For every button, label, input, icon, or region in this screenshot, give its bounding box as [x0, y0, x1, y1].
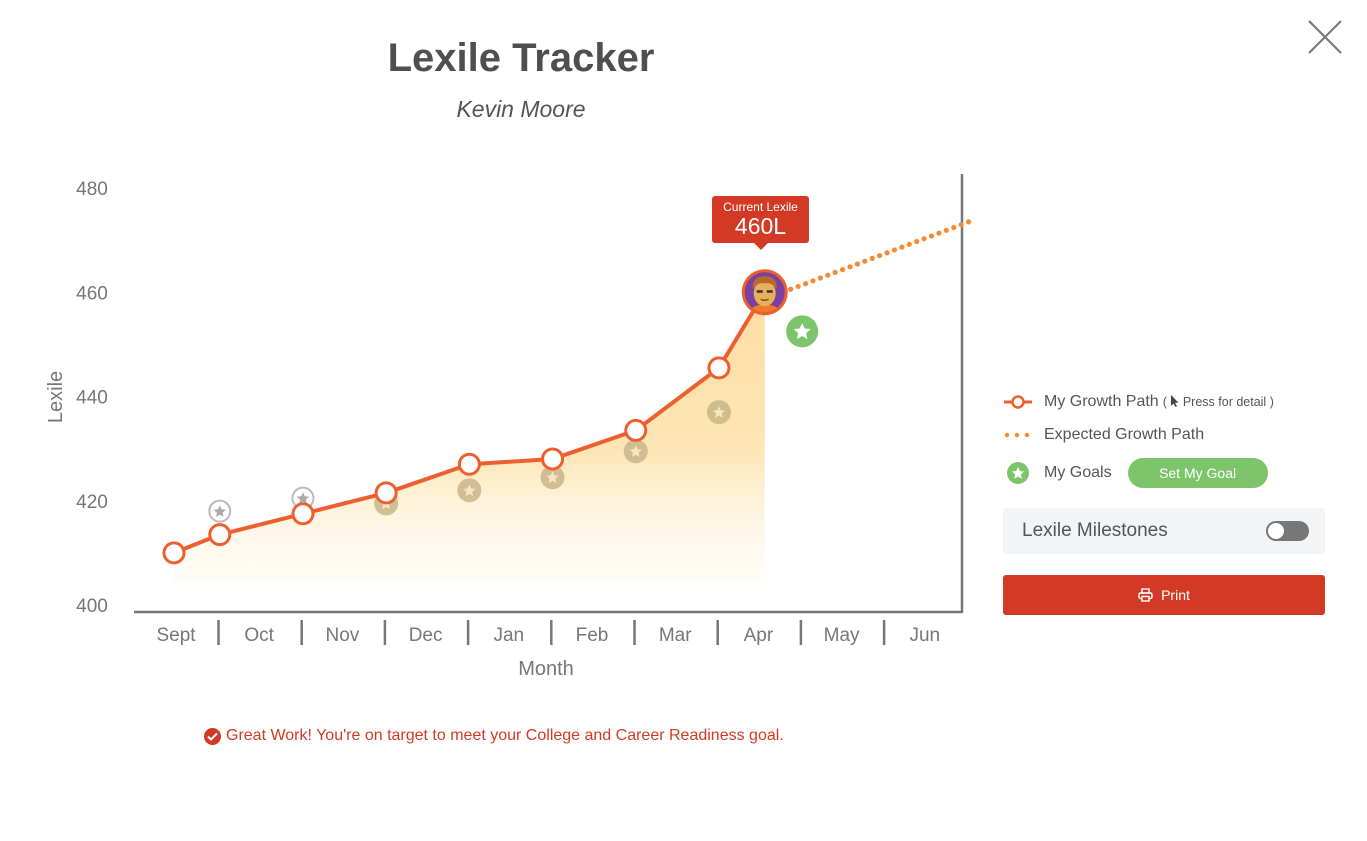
legend-expected-path: Expected Growth Path — [1003, 418, 1325, 451]
press-for-detail-hint: ( Press for detail ) — [1162, 394, 1274, 409]
lexile-milestones-label: Lexile Milestones — [1022, 520, 1168, 541]
expected-path-dot — [795, 283, 801, 290]
status-message: Great Work! You're on target to meet you… — [204, 727, 784, 745]
expected-path-dot — [899, 244, 905, 250]
current-lexile-tooltip: Current Lexile 460L — [712, 196, 809, 250]
growth-point[interactable] — [624, 418, 648, 442]
expected-path-dot — [817, 275, 823, 281]
growth-point[interactable] — [541, 447, 565, 471]
expected-path-dot — [936, 230, 942, 236]
hint-text: Press for detail — [1182, 394, 1267, 409]
expected-path-dot — [914, 238, 920, 245]
chart-legend: My Growth Path ( Press for detail ) Expe… — [1003, 385, 1325, 495]
status-message-text: Great Work! You're on target to meet you… — [226, 727, 784, 744]
lexile-milestones-toggle[interactable] — [1266, 521, 1309, 541]
expected-path-dot — [965, 219, 972, 225]
legend-my-goals: My Goals Set My Goal — [1003, 451, 1325, 495]
growth-point[interactable] — [457, 452, 481, 476]
x-tick-label: Jan — [493, 625, 524, 646]
goal-star-icon — [1003, 462, 1033, 484]
close-button[interactable] — [1306, 18, 1344, 56]
legend-my-goals-label: My Goals — [1044, 464, 1112, 481]
x-axis-label: Month — [518, 658, 574, 680]
current-lexile-label: Current Lexile — [723, 200, 798, 214]
expected-path-dot — [839, 267, 846, 273]
x-tick-label: Sept — [156, 625, 196, 646]
expected-path-dot — [921, 236, 927, 242]
dotted-line-icon — [1003, 425, 1033, 445]
legend-growth-path[interactable]: My Growth Path ( Press for detail ) — [1003, 385, 1325, 418]
growth-path-line-icon — [1003, 392, 1033, 412]
expected-path-dot — [802, 281, 809, 287]
x-tick-label: Nov — [326, 625, 360, 646]
growth-point[interactable] — [162, 541, 186, 565]
growth-point[interactable] — [707, 356, 731, 380]
current-lexile-value: 460L — [734, 213, 787, 239]
printer-icon — [1138, 588, 1153, 602]
growth-area-fill — [174, 292, 765, 582]
y-tick-label: 480 — [76, 179, 108, 200]
growth-point[interactable] — [374, 481, 398, 505]
expected-path-dot — [951, 224, 957, 231]
growth-point[interactable] — [291, 502, 315, 526]
hint-paren-close: ) — [1269, 394, 1274, 409]
x-tick-label: Apr — [744, 625, 774, 646]
x-tick-label: Dec — [409, 625, 443, 646]
expected-path-dot — [884, 250, 890, 256]
lexile-chart: 400 420 440 460 480 Lexile Sept Oct Nov Dec Jan Feb… — [45, 174, 972, 680]
y-axis-label: Lexile — [45, 371, 67, 423]
x-tick-label: May — [824, 625, 860, 646]
expected-path-dot — [869, 255, 875, 261]
x-tick-label: Feb — [576, 625, 609, 646]
x-tick-label: Oct — [244, 625, 274, 646]
cursor-pointer-icon — [1171, 394, 1179, 407]
hint-paren-open: ( — [1162, 394, 1167, 409]
expected-path-dot — [958, 222, 964, 228]
y-tick-label: 400 — [76, 596, 108, 617]
expected-path-dot — [810, 278, 816, 284]
toggle-knob — [1268, 523, 1284, 539]
check-circle-icon — [204, 727, 221, 745]
expected-path-dot — [943, 227, 949, 233]
print-button[interactable]: Print — [1003, 575, 1325, 615]
expected-path-dot — [788, 286, 794, 292]
set-my-goal-button[interactable]: Set My Goal — [1127, 458, 1268, 488]
legend-expected-path-label: Expected Growth Path — [1044, 425, 1205, 443]
expected-path-dot — [906, 241, 912, 247]
lexile-milestones-panel: Lexile Milestones — [1003, 508, 1325, 554]
expected-path-dot — [847, 264, 853, 270]
growth-point[interactable] — [208, 523, 232, 547]
expected-path-dot — [854, 261, 861, 267]
expected-path-dot — [832, 269, 838, 276]
legend-growth-path-label: My Growth Path — [1044, 392, 1159, 410]
x-tick-label: Jun — [909, 625, 940, 646]
expected-path-dot — [862, 258, 868, 264]
print-label: Print — [1161, 587, 1190, 603]
expected-path-dot — [877, 252, 883, 259]
x-tick-label: Mar — [659, 625, 692, 646]
y-tick-label: 460 — [76, 283, 108, 304]
expected-path-dot — [928, 233, 935, 239]
avatar-eye — [766, 290, 773, 293]
y-tick-label: 440 — [76, 388, 108, 409]
close-icon — [1308, 20, 1342, 54]
avatar-eye — [756, 290, 763, 293]
expected-path-dot — [891, 247, 898, 253]
y-tick-label: 420 — [76, 492, 108, 513]
expected-path-dot — [825, 272, 831, 278]
